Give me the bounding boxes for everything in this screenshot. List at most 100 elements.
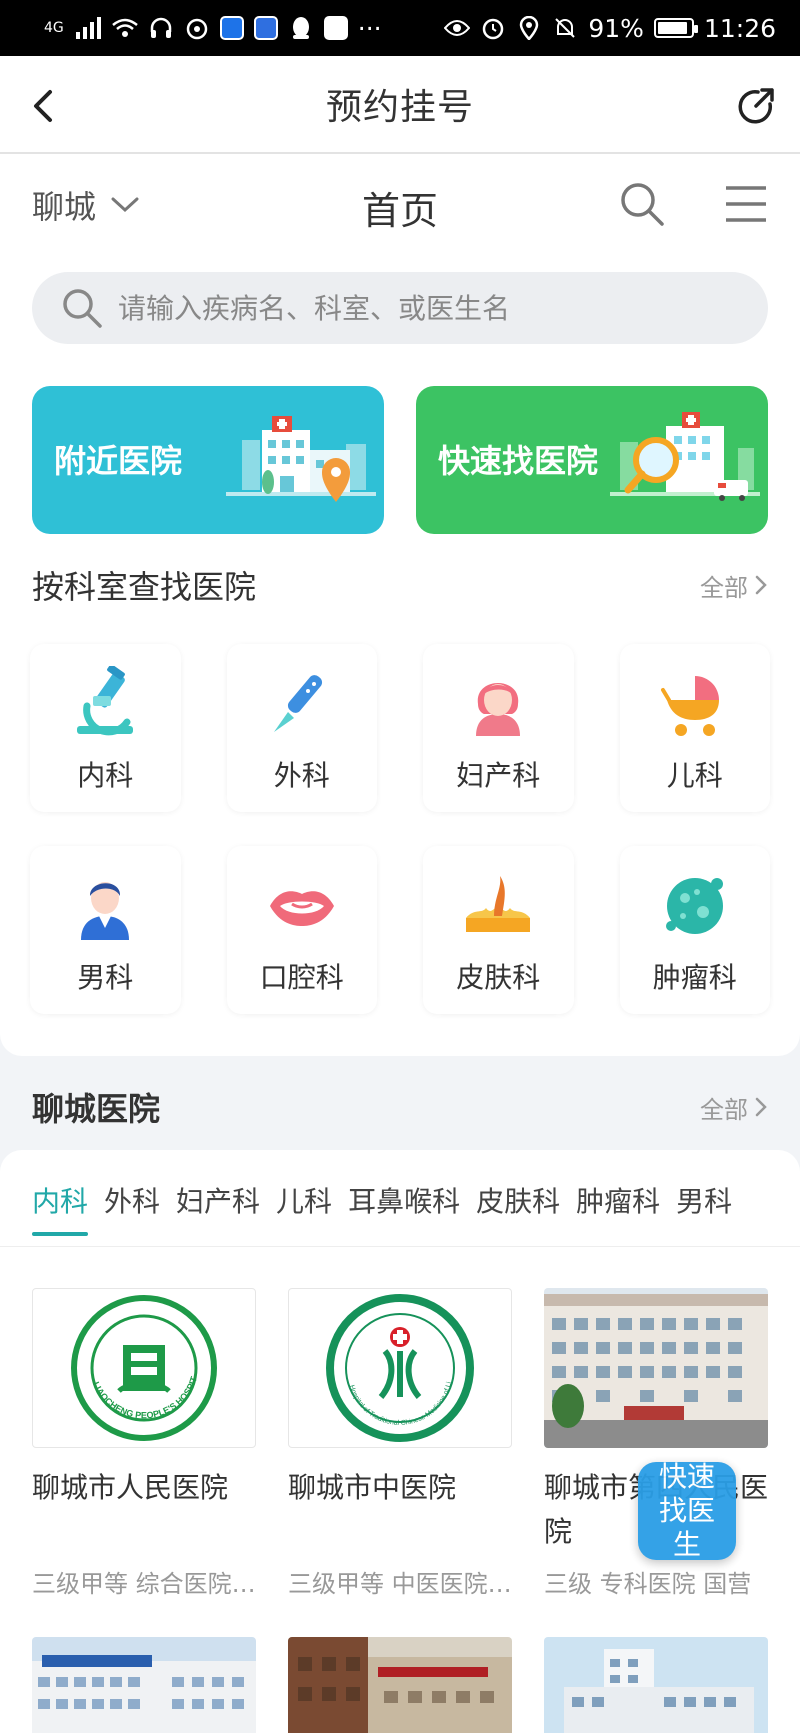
department-obstetrics-gynecology[interactable]: 妇产科 [423, 644, 574, 812]
main-panel: 附近医院 快速找医院 [0, 254, 800, 1056]
department-stomatology[interactable]: 口腔科 [227, 846, 378, 1014]
tab-pediatrics[interactable]: 儿科 [276, 1180, 332, 1236]
department-surgery[interactable]: 外科 [227, 644, 378, 812]
mute-bell-icon [552, 15, 578, 41]
hospital-meta: 三级 专科医院 国营 [544, 1570, 752, 1598]
quick-find-hospital-banner[interactable]: 快速找医院 [416, 386, 768, 534]
battery-percent: 91% [588, 13, 644, 43]
skin-icon [466, 876, 531, 932]
nearby-hospitals-banner[interactable]: 附近医院 [32, 386, 384, 534]
hospital-building-photo [32, 1637, 256, 1733]
page-title: 预约挂号 [325, 87, 474, 128]
department-oncology[interactable]: 肿瘤科 [620, 846, 771, 1014]
department-label: 内科 [77, 759, 134, 792]
wifi-icon [111, 15, 138, 41]
tab-dermatology[interactable]: 皮肤科 [476, 1180, 560, 1236]
hospital-list-next-row [32, 1637, 768, 1733]
hospital-name: 聊城市中医院 [288, 1471, 457, 1504]
alarm-icon [480, 15, 506, 41]
back-arrow-icon[interactable] [26, 86, 62, 126]
location-icon [516, 15, 542, 41]
department-label: 皮肤科 [456, 961, 541, 994]
hospital-magnifier-illustration [610, 412, 760, 501]
peoples-hospital-logo: LIAOCHENG PEOPLE'S HOSPITAL [69, 1293, 217, 1441]
shield-app-icon [219, 16, 244, 40]
hospital-meta: 三级甲等 中医医院 公立 [288, 1570, 512, 1598]
eye-icon [444, 15, 471, 41]
search-icon[interactable] [618, 180, 666, 228]
department-label: 口腔科 [259, 961, 344, 994]
tab-obstetrics-gynecology[interactable]: 妇产科 [176, 1180, 260, 1236]
hospital-logo: Hospital of Traditional Chinese Medicine… [288, 1288, 512, 1448]
tumor-icon [665, 878, 723, 934]
hospital-section-header: 聊城医院 全部 [32, 1084, 768, 1130]
hospital-building-photo [544, 1288, 768, 1448]
department-label: 男科 [77, 961, 134, 994]
nav-bar: 预约挂号 [0, 56, 800, 154]
section-title: 按科室查找医院 [32, 568, 257, 606]
tab-surgery[interactable]: 外科 [104, 1180, 160, 1236]
woman-icon [476, 683, 521, 736]
hospital-name: 聊城市人民医院 [32, 1471, 229, 1504]
view-all-link[interactable]: 全部 [700, 1090, 768, 1125]
hospital-photo[interactable] [544, 1637, 768, 1733]
hospital-map-pin-illustration [226, 416, 376, 502]
hospital-card[interactable]: Hospital of Traditional Chinese Medicine… [288, 1288, 512, 1599]
man-icon [81, 882, 130, 940]
hospital-building-photo [288, 1637, 512, 1733]
scalpel-icon [273, 675, 322, 732]
view-all-label: 全部 [700, 1095, 748, 1124]
department-label: 妇产科 [456, 759, 541, 792]
department-internal-medicine[interactable]: 内科 [30, 644, 181, 812]
chevron-right-icon [755, 1097, 767, 1117]
tab-internal-medicine[interactable]: 内科 [32, 1180, 89, 1236]
stroller-icon [660, 676, 719, 736]
hospital-photo[interactable] [32, 1637, 256, 1733]
qq-icon [288, 15, 314, 41]
department-label: 肿瘤科 [652, 961, 737, 994]
search-icon [63, 289, 102, 328]
share-icon[interactable] [736, 86, 776, 126]
hospital-panel: 内科 外科 妇产科 儿科 耳鼻喉科 皮肤科 肿瘤科 男科 LIAOCHENG P… [0, 1150, 800, 1733]
department-label: 外科 [273, 759, 330, 792]
section-title: 聊城医院 [32, 1090, 161, 1128]
signal-icon: 4G [44, 20, 64, 36]
battery-icon [653, 18, 698, 38]
hospital-logo: LIAOCHENG PEOPLE'S HOSPITAL [32, 1288, 256, 1448]
department-grid: 内科 外科 妇产科 儿科 男科 口腔科 皮肤科 肿瘤科 [30, 644, 770, 1014]
status-bar: 4G ··· 91% 11:26 [0, 0, 800, 56]
view-all-link[interactable]: 全部 [700, 568, 768, 603]
banner-label: 快速找医院 [438, 442, 599, 480]
department-dermatology[interactable]: 皮肤科 [423, 846, 574, 1014]
search-input[interactable] [118, 291, 678, 325]
baidu-app-icon [253, 16, 278, 40]
department-andrology[interactable]: 男科 [30, 846, 181, 1014]
hospital-building-photo [544, 1637, 768, 1733]
tcm-hospital-logo: Hospital of Traditional Chinese Medicine… [325, 1293, 474, 1442]
view-all-label: 全部 [700, 573, 748, 602]
clock: 11:26 [703, 13, 776, 43]
tab-oncology[interactable]: 肿瘤科 [576, 1180, 660, 1236]
department-pediatrics[interactable]: 儿科 [620, 644, 771, 812]
menu-icon[interactable] [722, 180, 770, 228]
video-app-icon [323, 16, 348, 40]
department-section-header: 按科室查找医院 全部 [32, 562, 768, 608]
mouth-icon [269, 891, 334, 926]
hospital-photo [544, 1288, 768, 1448]
quick-find-doctor-button[interactable]: 快速找医生 [638, 1460, 736, 1561]
signal-bars-icon [75, 15, 102, 41]
department-label: 儿科 [666, 759, 723, 792]
microscope-icon [77, 666, 134, 736]
tab-andrology[interactable]: 男科 [676, 1180, 732, 1236]
tabs-divider [0, 1246, 800, 1247]
hospital-photo[interactable] [288, 1637, 512, 1733]
hospital-section-header-bar: 聊城医院 全部 [0, 1056, 800, 1150]
tab-ent[interactable]: 耳鼻喉科 [348, 1180, 460, 1236]
chevron-right-icon [755, 575, 767, 595]
search-bar[interactable] [32, 272, 768, 344]
hospital-card[interactable]: LIAOCHENG PEOPLE'S HOSPITAL 聊城市人民医院 三级甲等… [32, 1288, 256, 1599]
hospital-meta: 三级甲等 综合医院 公立 [32, 1570, 256, 1598]
department-tabs: 内科 外科 妇产科 儿科 耳鼻喉科 皮肤科 肿瘤科 男科 [32, 1180, 732, 1236]
home-title: 首页 [361, 189, 438, 233]
weibo-icon [184, 15, 210, 41]
